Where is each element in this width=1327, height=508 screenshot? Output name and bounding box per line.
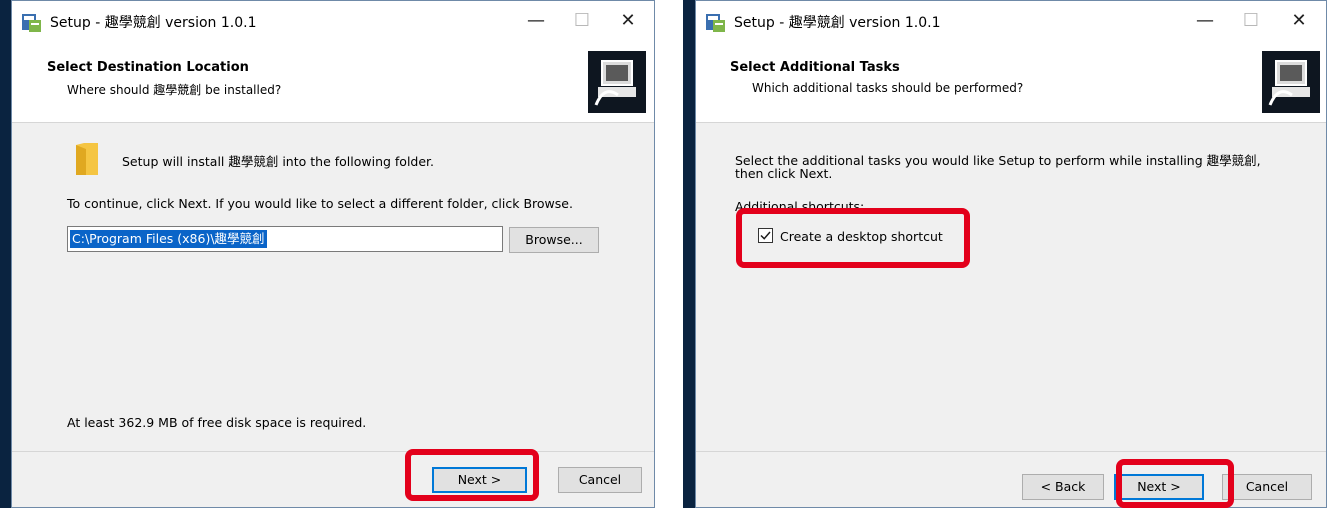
close-button[interactable]: ✕ bbox=[615, 9, 641, 33]
browse-button[interactable]: Browse... bbox=[509, 227, 599, 253]
wizard-header: Select Destination Location Where should… bbox=[12, 41, 654, 123]
destination-path-input[interactable]: C:\Program Files (x86)\趣學競創 bbox=[67, 226, 503, 252]
setup-app-icon bbox=[22, 14, 41, 32]
minimize-button[interactable]: — bbox=[1192, 9, 1218, 33]
page-title: Select Destination Location bbox=[47, 60, 249, 75]
right-screenshot: Setup - 趣學競創 version 1.0.1 — ☐ ✕ Select … bbox=[683, 0, 1327, 508]
back-button[interactable]: < Back bbox=[1022, 474, 1104, 500]
next-button-highlight bbox=[1116, 459, 1234, 508]
page-title: Select Additional Tasks bbox=[730, 60, 900, 75]
page-subtitle: Where should 趣學競創 be installed? bbox=[67, 83, 282, 97]
footer-divider bbox=[12, 451, 654, 452]
computer-wizard-icon bbox=[1262, 51, 1320, 113]
left-screenshot: Setup - 趣學競創 version 1.0.1 — ☐ ✕ Select … bbox=[0, 0, 655, 508]
page-subtitle: Which additional tasks should be perform… bbox=[752, 81, 1024, 95]
setup-app-icon bbox=[706, 14, 725, 32]
minimize-button[interactable]: — bbox=[523, 9, 549, 33]
title-bar: Setup - 趣學競創 version 1.0.1 — ☐ ✕ bbox=[12, 1, 654, 41]
tasks-instructions-line2: then click Next. bbox=[735, 166, 833, 181]
window-title: Setup - 趣學競創 version 1.0.1 bbox=[50, 15, 257, 31]
title-bar: Setup - 趣學競創 version 1.0.1 — ☐ ✕ bbox=[696, 1, 1326, 41]
folder-icon bbox=[76, 143, 98, 175]
cancel-button[interactable]: Cancel bbox=[1222, 474, 1312, 500]
next-button-highlight bbox=[405, 449, 539, 501]
setup-window-destination: Setup - 趣學競創 version 1.0.1 — ☐ ✕ Select … bbox=[11, 0, 655, 508]
window-title: Setup - 趣學競創 version 1.0.1 bbox=[734, 15, 941, 31]
maximize-button[interactable]: ☐ bbox=[1238, 9, 1264, 33]
cancel-button[interactable]: Cancel bbox=[558, 467, 642, 493]
disk-space-text: At least 362.9 MB of free disk space is … bbox=[67, 415, 367, 430]
continue-instructions: To continue, click Next. If you would li… bbox=[67, 196, 573, 211]
close-button[interactable]: ✕ bbox=[1286, 9, 1312, 33]
wizard-header: Select Additional Tasks Which additional… bbox=[696, 41, 1326, 123]
checkbox-highlight bbox=[736, 208, 970, 268]
computer-wizard-icon bbox=[588, 51, 646, 113]
install-folder-text: Setup will install 趣學競創 into the followi… bbox=[122, 154, 435, 169]
maximize-button[interactable]: ☐ bbox=[569, 9, 595, 33]
footer-divider bbox=[696, 451, 1326, 452]
destination-path-value: C:\Program Files (x86)\趣學競創 bbox=[70, 230, 267, 248]
